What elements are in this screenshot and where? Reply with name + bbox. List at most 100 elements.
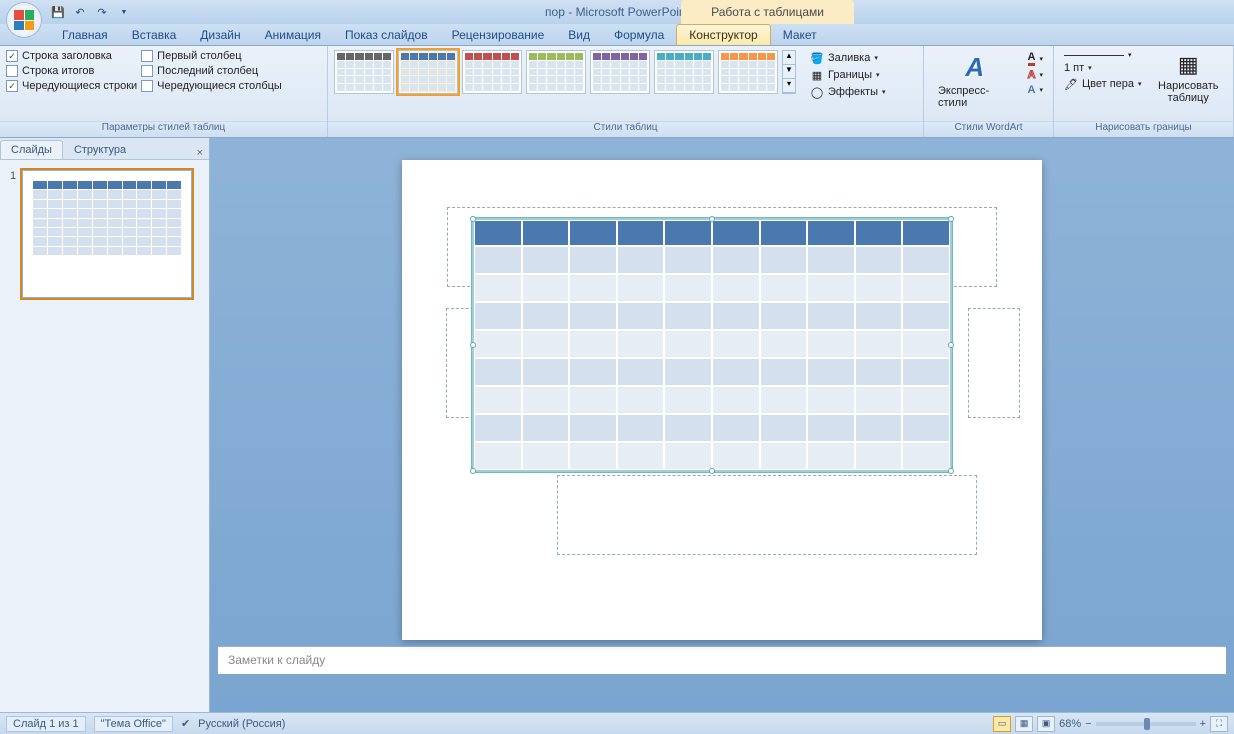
sorter-view-button[interactable]: ▦ xyxy=(1015,716,1033,732)
text-effects-icon: A xyxy=(1028,84,1036,96)
group-label-draw: Нарисовать границы xyxy=(1054,121,1233,137)
gallery-up-icon[interactable]: ▲ xyxy=(783,51,795,65)
ribbon-tabs: Главная Вставка Дизайн Анимация Показ сл… xyxy=(0,24,1234,46)
slide-thumbnails: 1 xyxy=(0,160,209,712)
status-language[interactable]: Русский (Россия) xyxy=(198,718,285,730)
bottom-placeholder[interactable] xyxy=(557,475,977,555)
tab-review[interactable]: Рецензирование xyxy=(440,24,557,45)
tab-home[interactable]: Главная xyxy=(50,24,120,45)
opt-first-col-label: Первый столбец xyxy=(157,50,241,62)
panel-tab-outline[interactable]: Структура xyxy=(63,140,137,159)
table-style-4[interactable] xyxy=(590,50,650,94)
draw-table-label: Нарисовать таблицу xyxy=(1158,80,1219,104)
undo-icon[interactable]: ↶ xyxy=(70,3,90,21)
save-icon[interactable]: 💾 xyxy=(48,3,68,21)
slideshow-view-button[interactable]: ▣ xyxy=(1037,716,1055,732)
opt-banded-cols-label: Чередующиеся столбцы xyxy=(157,80,282,92)
slides-panel: Слайды Структура × 1 xyxy=(0,138,210,712)
opt-banded-rows[interactable]: ✓Чередующиеся строки xyxy=(6,80,137,92)
slide-thumbnail-1[interactable] xyxy=(22,170,192,298)
quick-styles-label: Экспресс-стили xyxy=(938,85,1012,109)
ribbon: ✓Строка заголовка Строка итогов ✓Чередую… xyxy=(0,46,1234,138)
group-label-options: Параметры стилей таблиц xyxy=(0,121,327,137)
office-button[interactable] xyxy=(6,2,42,38)
pen-icon: 🖊 xyxy=(1064,77,1078,91)
status-bar: Слайд 1 из 1 "Тема Office" ✔ Русский (Ро… xyxy=(0,712,1234,734)
quick-access-toolbar: 💾 ↶ ↷ ▼ xyxy=(48,3,134,21)
opt-first-col[interactable]: Первый столбец xyxy=(141,50,282,62)
fill-label: Заливка xyxy=(828,52,870,64)
pen-weight-label: 1 пт xyxy=(1064,62,1084,74)
pen-style-button[interactable]: ▾ xyxy=(1060,50,1146,60)
slide-number: 1 xyxy=(10,170,16,298)
fit-window-button[interactable]: ⛶ xyxy=(1210,716,1228,732)
table-style-2[interactable] xyxy=(462,50,522,94)
tab-insert[interactable]: Вставка xyxy=(120,24,189,45)
zoom-slider[interactable] xyxy=(1096,722,1196,726)
borders-button[interactable]: ▦Границы▾ xyxy=(806,67,890,83)
fill-button[interactable]: 🪣Заливка▾ xyxy=(806,50,890,66)
office-logo-icon xyxy=(14,10,34,30)
draw-table-icon: ▦ xyxy=(1178,52,1199,78)
table-style-5[interactable] xyxy=(654,50,714,94)
text-effects-button[interactable]: A▾ xyxy=(1024,83,1047,97)
zoom-out-button[interactable]: − xyxy=(1085,718,1091,730)
text-fill-icon: A xyxy=(1028,51,1036,66)
text-outline-icon: A xyxy=(1028,69,1036,81)
contextual-tab-label: Работа с таблицами xyxy=(681,0,854,24)
tab-design[interactable]: Дизайн xyxy=(188,24,252,45)
quick-styles-button[interactable]: A Экспресс-стили xyxy=(930,50,1020,111)
opt-total-row[interactable]: Строка итогов xyxy=(6,65,137,77)
wordart-icon: A xyxy=(965,52,984,83)
pen-color-button[interactable]: 🖊Цвет пера▾ xyxy=(1060,76,1146,92)
group-label-wordart: Стили WordArt xyxy=(924,121,1053,137)
title-bar: 💾 ↶ ↷ ▼ пор - Microsoft PowerPoint Работ… xyxy=(0,0,1234,24)
tab-formula[interactable]: Формула xyxy=(602,24,676,45)
status-slide: Слайд 1 из 1 xyxy=(6,716,86,732)
slide-canvas[interactable] xyxy=(402,160,1042,640)
effects-button[interactable]: ◯Эффекты▾ xyxy=(806,84,890,100)
spellcheck-icon[interactable]: ✔ xyxy=(181,717,190,730)
pen-weight-button[interactable]: 1 пт▾ xyxy=(1060,61,1146,75)
right-placeholder[interactable] xyxy=(968,308,1020,418)
tab-view[interactable]: Вид xyxy=(556,24,602,45)
opt-header-row[interactable]: ✓Строка заголовка xyxy=(6,50,137,62)
text-outline-button[interactable]: A▾ xyxy=(1024,68,1047,82)
table-style-1[interactable] xyxy=(398,50,458,94)
tab-layout[interactable]: Макет xyxy=(771,24,829,45)
opt-last-col-label: Последний столбец xyxy=(157,65,258,77)
status-theme: "Тема Office" xyxy=(94,716,173,732)
qat-dropdown-icon[interactable]: ▼ xyxy=(114,3,134,21)
opt-last-col[interactable]: Последний столбец xyxy=(141,65,282,77)
draw-table-button[interactable]: ▦ Нарисовать таблицу xyxy=(1150,50,1227,106)
opt-header-row-label: Строка заголовка xyxy=(22,50,112,62)
table-object[interactable] xyxy=(472,218,952,472)
zoom-in-button[interactable]: + xyxy=(1200,718,1206,730)
panel-tabs: Слайды Структура × xyxy=(0,138,209,160)
slide-area: Заметки к слайду xyxy=(210,138,1234,712)
tab-animation[interactable]: Анимация xyxy=(253,24,333,45)
tab-constructor[interactable]: Конструктор xyxy=(676,24,770,45)
redo-icon[interactable]: ↷ xyxy=(92,3,112,21)
borders-icon: ▦ xyxy=(810,68,824,82)
table-style-0[interactable] xyxy=(334,50,394,94)
table-styles-gallery xyxy=(334,50,778,94)
zoom-value[interactable]: 68% xyxy=(1059,718,1081,730)
notes-area[interactable]: Заметки к слайду xyxy=(218,646,1226,674)
normal-view-button[interactable]: ▭ xyxy=(993,716,1011,732)
pen-color-label: Цвет пера xyxy=(1082,78,1134,90)
table-style-6[interactable] xyxy=(718,50,778,94)
effects-label: Эффекты xyxy=(828,86,878,98)
table-style-3[interactable] xyxy=(526,50,586,94)
window-title: пор - Microsoft PowerPoint xyxy=(545,5,689,19)
opt-banded-rows-label: Чередующиеся строки xyxy=(22,80,137,92)
borders-label: Границы xyxy=(828,69,872,81)
gallery-more-icon[interactable]: ▾ xyxy=(783,79,795,93)
workspace: Слайды Структура × 1 xyxy=(0,138,1234,712)
panel-close-button[interactable]: × xyxy=(191,147,209,159)
text-fill-button[interactable]: A▾ xyxy=(1024,50,1047,67)
tab-slideshow[interactable]: Показ слайдов xyxy=(333,24,440,45)
panel-tab-slides[interactable]: Слайды xyxy=(0,140,63,159)
opt-banded-cols[interactable]: Чередующиеся столбцы xyxy=(141,80,282,92)
gallery-down-icon[interactable]: ▼ xyxy=(783,65,795,79)
